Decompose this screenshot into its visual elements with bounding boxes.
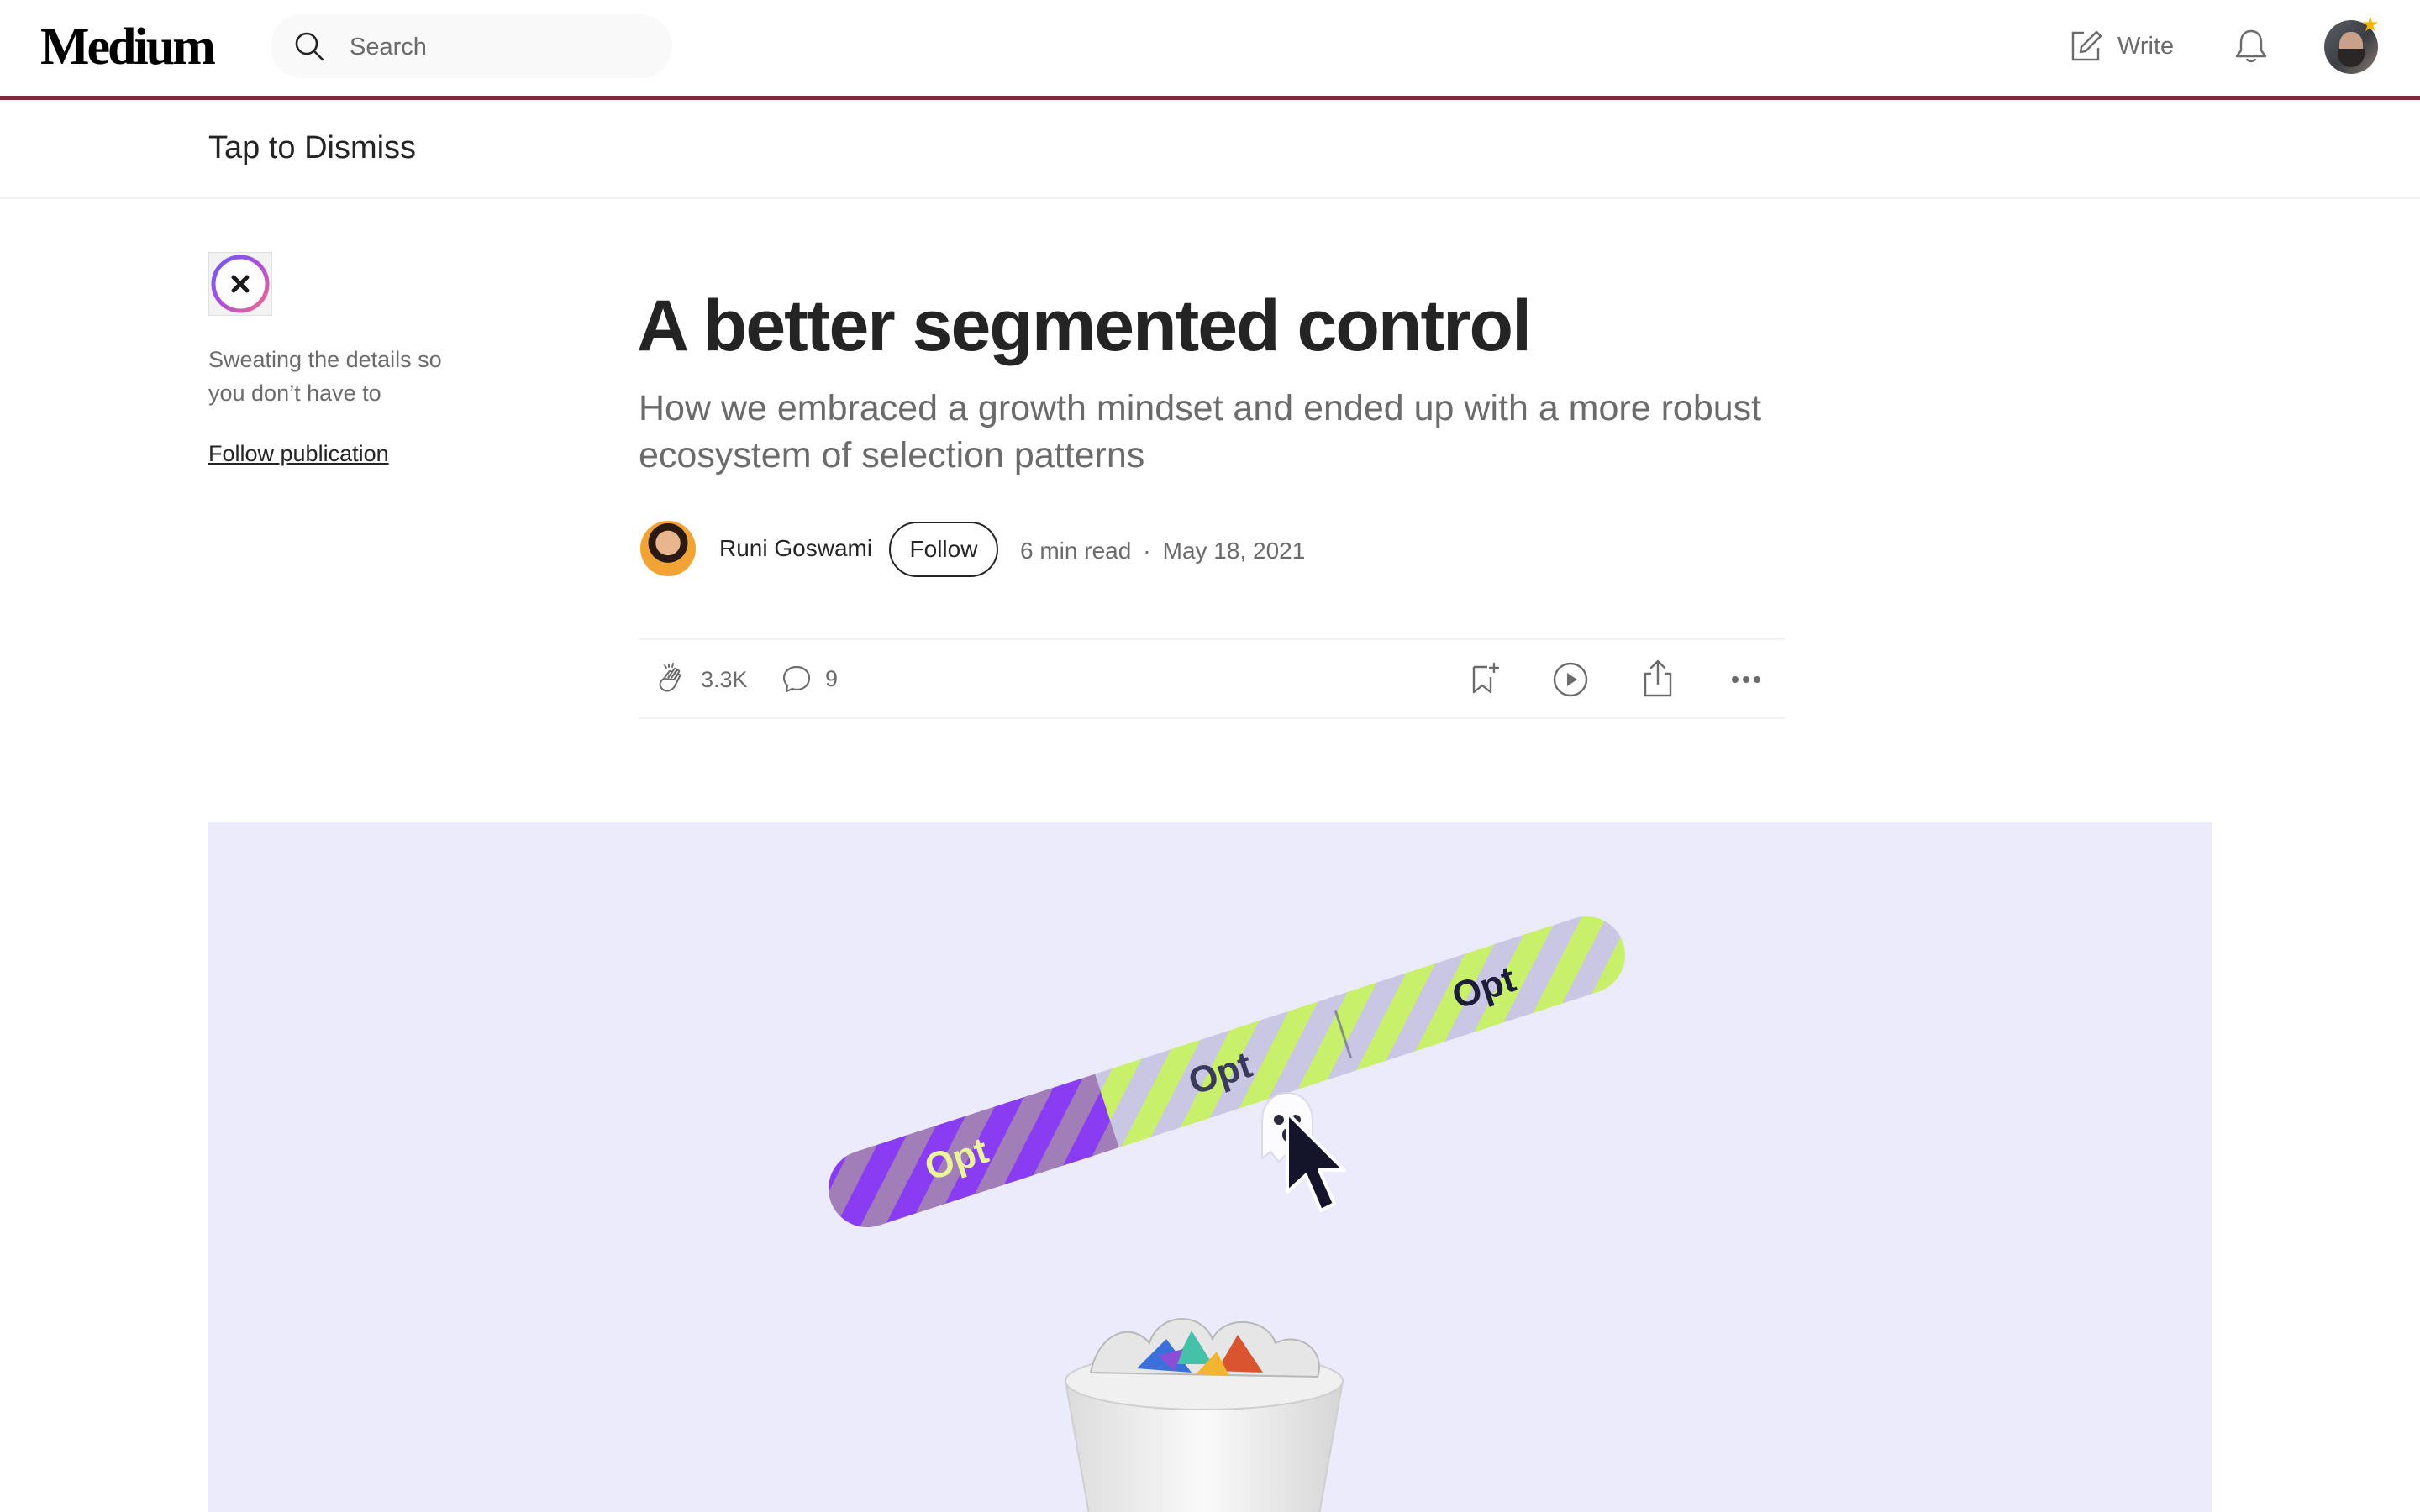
dismiss-bar: Tap to Dismiss xyxy=(0,100,2420,199)
more-icon[interactable] xyxy=(1728,665,1765,694)
author-name[interactable]: Runi Goswami xyxy=(719,534,872,563)
bookmark-icon[interactable] xyxy=(1465,660,1502,697)
write-icon xyxy=(2071,30,2102,61)
segmented-control-illustration: Opt Opt Opt xyxy=(818,906,1635,1238)
read-time: 6 min read xyxy=(1020,538,1132,564)
top-navigation-bar: Medium Search Write ★ xyxy=(0,0,2420,100)
member-star-icon: ★ xyxy=(2361,13,2380,36)
clap-button[interactable]: 3.3K xyxy=(654,662,748,697)
comment-button[interactable]: 9 xyxy=(780,662,838,696)
write-button[interactable]: Write xyxy=(2069,27,2174,66)
meta-separator: · xyxy=(1143,538,1151,564)
bell-icon[interactable] xyxy=(2232,27,2270,66)
segment-label-2: Opt xyxy=(1183,1044,1257,1104)
search-input[interactable]: Search xyxy=(271,14,672,78)
publication-tagline: Sweating the details so you don’t have t… xyxy=(208,347,442,406)
comment-icon xyxy=(782,665,811,693)
search-icon xyxy=(295,32,324,61)
article-action-bar: 3.3K 9 xyxy=(639,638,1785,719)
avatar-beard xyxy=(2338,49,2365,67)
share-icon[interactable] xyxy=(1639,659,1677,699)
clap-count: 3.3K xyxy=(701,666,748,692)
article-meta: 6 min read · May 18, 2021 xyxy=(1020,537,1305,565)
search-placeholder: Search xyxy=(350,34,427,60)
trash-icon xyxy=(1064,1318,1344,1512)
follow-author-button[interactable]: Follow xyxy=(889,522,998,577)
article-subtitle: How we embraced a growth mindset and end… xyxy=(639,388,1762,475)
write-label: Write xyxy=(2118,32,2175,60)
segment-label-3: Opt xyxy=(1447,958,1521,1018)
publication-logo[interactable] xyxy=(208,252,272,316)
hero-image: Opt Opt Opt xyxy=(208,822,2212,1512)
author-avatar[interactable] xyxy=(640,521,696,576)
follow-publication-link[interactable]: Follow publication xyxy=(208,437,389,470)
close-icon xyxy=(211,255,270,313)
cursor-icon xyxy=(1286,1111,1346,1212)
article-title: A better segmented control xyxy=(637,286,1532,366)
tap-to-dismiss-button[interactable]: Tap to Dismiss xyxy=(208,129,416,167)
segment-divider xyxy=(1334,1010,1353,1059)
publish-date: May 18, 2021 xyxy=(1162,538,1306,564)
medium-logo[interactable]: Medium xyxy=(40,18,216,76)
comment-count: 9 xyxy=(825,665,839,691)
play-icon[interactable] xyxy=(1551,660,1590,699)
clap-icon xyxy=(659,663,681,692)
